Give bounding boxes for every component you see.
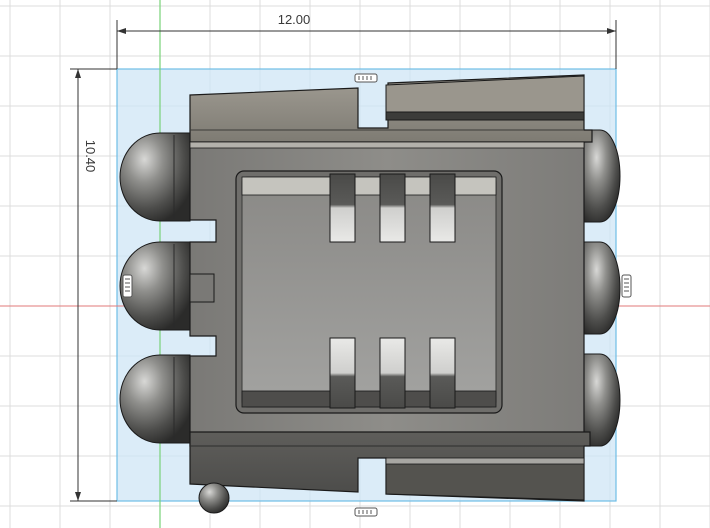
right-ball-contacts [583,129,621,447]
center-pocket [235,170,503,414]
bottom-rail [385,461,585,501]
upper-contact-slots [329,173,456,243]
bottom-ball [198,482,230,514]
constraint-glyph-icon[interactable] [621,274,632,298]
constraint-glyph-icon[interactable] [354,507,378,517]
width-dimension-value[interactable]: 12.00 [278,12,311,27]
canvas-viewport[interactable]: 12.00 10.40 [0,0,710,528]
width-dimension[interactable]: 12.00 [116,12,617,69]
top-rail-shadow [385,111,585,121]
bottom-rail-highlight [385,457,585,465]
connector-model[interactable] [119,74,621,514]
constraint-glyph-icon[interactable] [354,73,378,83]
constraint-glyph-icon[interactable] [122,274,133,298]
lower-contact-slots [329,337,456,409]
height-dimension-value[interactable]: 10.40 [83,140,98,173]
left-center-tab [189,273,215,303]
